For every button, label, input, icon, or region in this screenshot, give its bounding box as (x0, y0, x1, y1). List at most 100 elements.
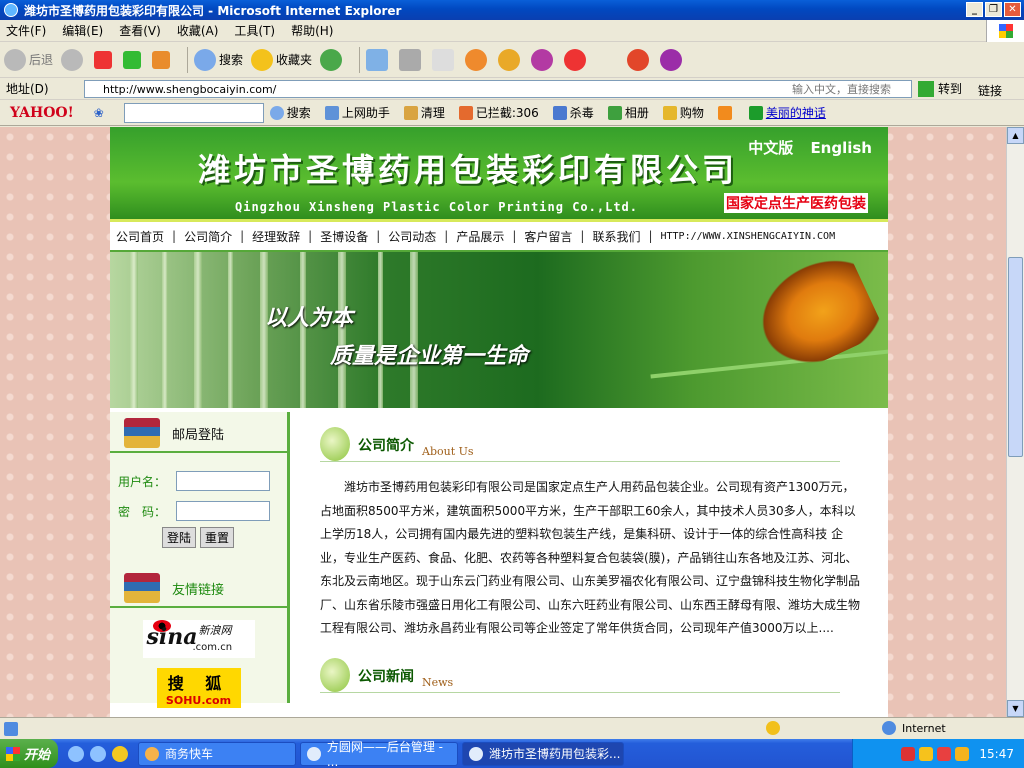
nav-products[interactable]: 产品展示 (456, 228, 504, 245)
rss-button[interactable] (717, 105, 735, 120)
refresh-icon (123, 50, 142, 69)
quick-launch (68, 745, 128, 762)
hero-slogan-2: 质量是企业第一生命 (330, 344, 529, 369)
nav-url[interactable]: HTTP://WWW.XINSHENGCAIYIN.COM (661, 231, 836, 242)
print-button[interactable] (399, 48, 424, 71)
myth-link[interactable]: 美丽的神话 (748, 104, 826, 121)
refresh-button[interactable] (123, 50, 144, 69)
qq-button[interactable] (627, 48, 652, 71)
yahoo-search-button[interactable]: 搜索 (269, 104, 311, 121)
bird-button[interactable] (564, 48, 589, 71)
nav-equipment[interactable]: 圣博设备 (320, 228, 368, 245)
antivirus-tray-icon[interactable] (937, 746, 952, 761)
forward-button[interactable] (61, 48, 86, 71)
start-button[interactable]: 开始 (0, 739, 58, 768)
menu-favorites[interactable]: 收藏(A) (177, 22, 219, 39)
book-icon (320, 657, 350, 692)
nav-divider: | (444, 229, 449, 243)
home-button[interactable] (152, 50, 173, 69)
lang-en-link[interactable]: English (810, 139, 872, 157)
menu-help[interactable]: 帮助(H) (291, 22, 333, 39)
hero-banner: 以人为本 质量是企业第一生命 (110, 252, 888, 412)
scroll-down-icon[interactable]: ▼ (1007, 700, 1024, 717)
yahoo-smiley-button[interactable] (660, 48, 685, 71)
close-button[interactable]: ✕ (1004, 2, 1021, 17)
site-nav: 公司首页 | 公司简介 | 经理致辞 | 圣博设备 | 公司动态 | 产品展示 | 客户留言… (110, 222, 888, 252)
lang-cn-link[interactable]: 中文版 (748, 139, 793, 157)
scroll-up-icon[interactable]: ▲ (1007, 127, 1024, 144)
nav-contact[interactable]: 联系我们 (592, 228, 640, 245)
history-button[interactable] (320, 48, 345, 71)
menu-file[interactable]: 文件(F) (6, 22, 46, 39)
company-name-cn: 潍坊市圣博药用包装彩印有限公司 (198, 151, 739, 189)
links-button[interactable]: 链接 (978, 82, 1002, 99)
task-business[interactable]: 商务快车 (138, 741, 296, 766)
sohu-link[interactable]: 搜 狐 SOHU.com (156, 668, 241, 708)
popup-blocker[interactable]: 已拦截:306 (458, 104, 539, 121)
nav-news[interactable]: 公司动态 (388, 228, 436, 245)
money-button[interactable] (498, 48, 523, 71)
shopping-label: 购物 (679, 106, 704, 120)
vertical-scrollbar[interactable]: ▲ ▼ (1006, 127, 1024, 717)
back-label: 后退 (29, 53, 54, 67)
scroll-thumb[interactable] (1008, 257, 1023, 457)
smiley-quick-icon[interactable] (112, 745, 128, 762)
bamboo-stalk (410, 252, 418, 408)
login-header: 邮局登陆 (110, 415, 287, 453)
edit-button[interactable] (432, 48, 457, 71)
stop-button[interactable] (94, 50, 115, 69)
shopping-button[interactable]: 购物 (662, 104, 704, 121)
favorites-label: 收藏夹 (276, 53, 313, 67)
task-label: 方圆网——后台管理 - ... (326, 740, 444, 768)
volume-icon[interactable] (919, 746, 934, 761)
nav-guestbook[interactable]: 客户留言 (524, 228, 572, 245)
yahoo-search-input[interactable] (123, 102, 264, 123)
nav-home[interactable]: 公司首页 (116, 228, 164, 245)
menu-tools[interactable]: 工具(T) (234, 22, 275, 39)
helper-button[interactable]: 上网助手 (324, 104, 390, 121)
forward-icon (61, 48, 84, 71)
mail-button[interactable] (366, 48, 391, 71)
shopping-bag-icon (662, 105, 677, 120)
login-buttons: 登陆 重置 (162, 527, 287, 548)
favorites-button[interactable]: 收藏夹 (251, 48, 313, 71)
username-input[interactable] (176, 471, 270, 491)
window-controls: _ ❐ ✕ (966, 2, 1021, 17)
messenger-button[interactable] (465, 48, 490, 71)
reset-button[interactable]: 重置 (200, 527, 235, 548)
ie-quick-icon[interactable] (68, 745, 84, 762)
bamboo-stalk (194, 252, 202, 408)
news-title-en: News (422, 675, 454, 689)
content-area: 邮局登陆 用户名： 密 码： 登陆 重置 友情链接 sina 新浪网 .com.… (110, 412, 888, 708)
task-icon (469, 746, 483, 761)
back-button[interactable]: 后退 (4, 48, 54, 71)
nav-about[interactable]: 公司简介 (184, 228, 232, 245)
antivirus-button[interactable]: 杀毒 (552, 104, 594, 121)
sohu-en: SOHU.com (165, 694, 232, 707)
search-label: 搜索 (219, 53, 244, 67)
compass-button[interactable] (531, 48, 556, 71)
password-input[interactable] (176, 501, 270, 521)
password-row: 密 码： (118, 501, 287, 521)
search-button[interactable]: 搜索 (194, 48, 244, 71)
network-icon[interactable] (901, 746, 916, 761)
maximize-button[interactable]: ❐ (985, 2, 1002, 17)
go-label: 转到 (938, 82, 963, 96)
go-button[interactable]: 转到 (918, 80, 962, 97)
yahoo-logo[interactable]: YAHOO! (10, 105, 74, 121)
minimize-button[interactable]: _ (966, 2, 983, 17)
clean-button[interactable]: 清理 (403, 104, 445, 121)
menu-edit[interactable]: 编辑(E) (62, 22, 103, 39)
task-website[interactable]: 潍坊市圣博药用包装彩... (462, 741, 624, 766)
nav-manager[interactable]: 经理致辞 (252, 228, 300, 245)
menu-view[interactable]: 查看(V) (119, 22, 161, 39)
flower-icon[interactable]: ❀ (94, 106, 104, 120)
browser-quick-icon[interactable] (90, 745, 106, 762)
address-input[interactable]: http://www.shengbocaiyin.com/ 输入中文，直接搜索 (84, 80, 912, 98)
album-button[interactable]: 相册 (607, 104, 649, 121)
task-admin[interactable]: 方圆网——后台管理 - ... (300, 740, 458, 768)
album-label: 相册 (624, 106, 649, 120)
messenger-tray-icon[interactable] (955, 746, 970, 761)
login-button[interactable]: 登陆 (162, 527, 197, 548)
sina-link[interactable]: sina 新浪网 .com.cn (142, 620, 255, 658)
